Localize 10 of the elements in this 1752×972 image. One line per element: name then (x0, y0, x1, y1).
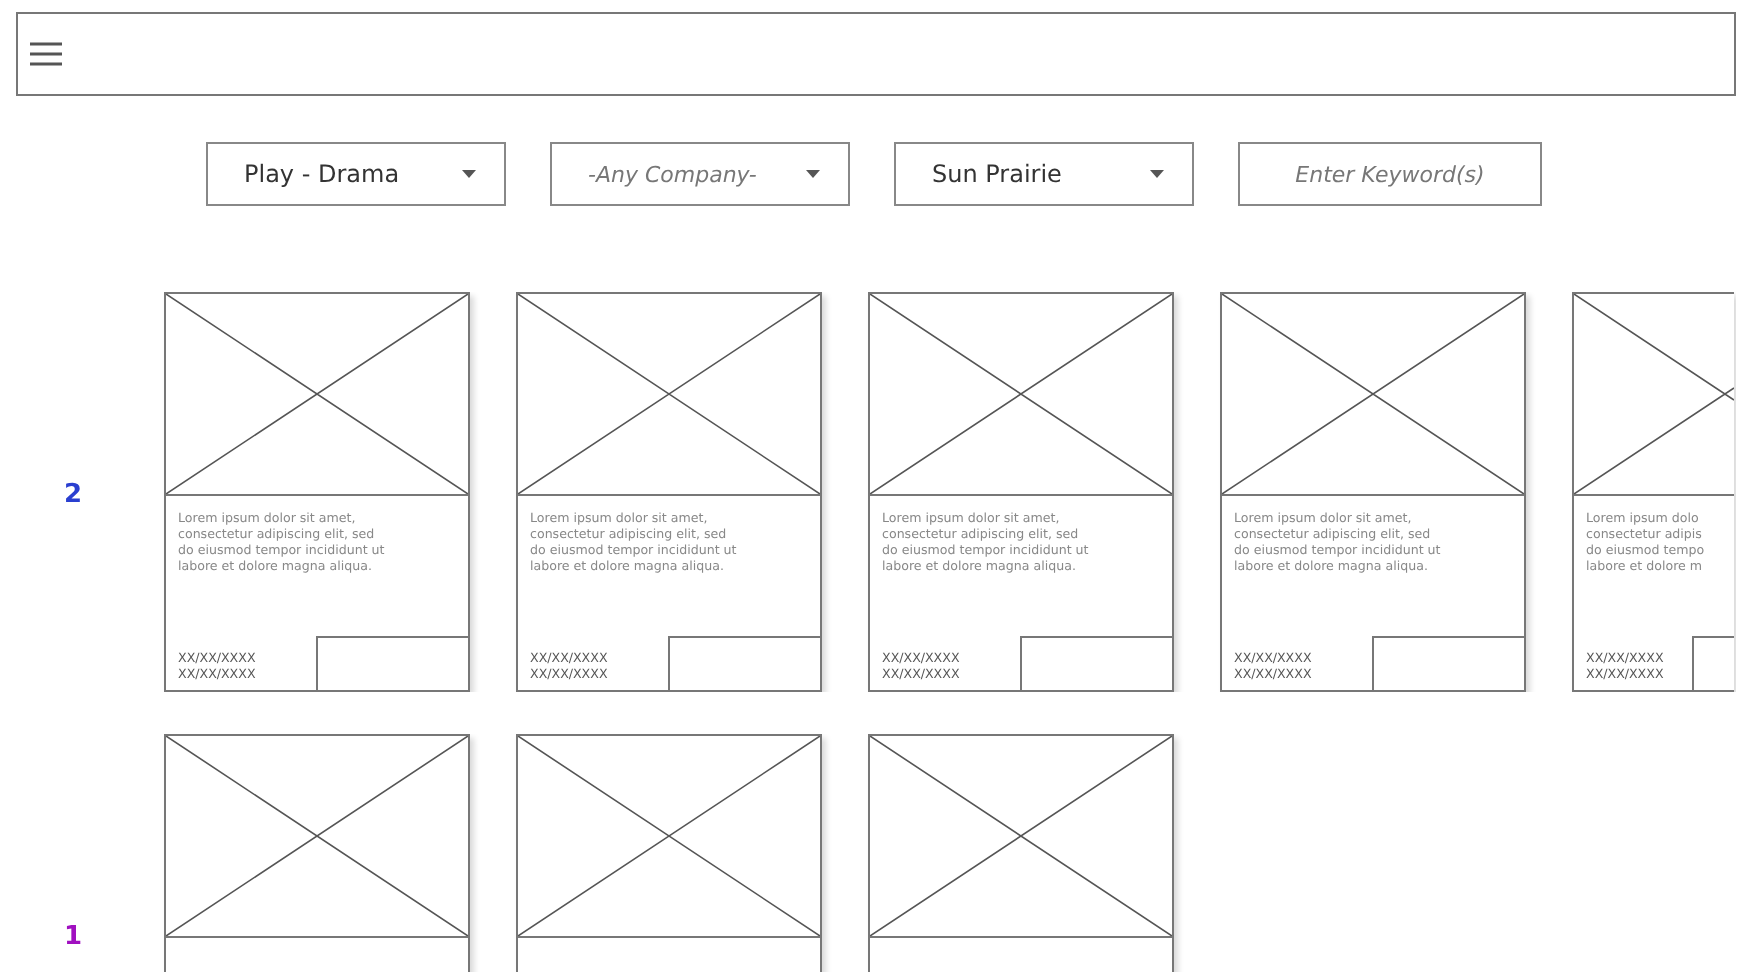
menu-icon[interactable] (30, 42, 62, 66)
row-number: 2 (62, 480, 85, 510)
caret-icon (1150, 170, 1164, 178)
caret-icon (462, 170, 476, 178)
row-number: 1 (62, 922, 85, 952)
dropdown[interactable]: Sun Prairie (894, 142, 1194, 206)
keyword-field[interactable]: Enter Keyword(s) (1238, 142, 1542, 206)
caret-icon (806, 170, 820, 178)
dropdown[interactable]: -Any Company- (550, 142, 850, 206)
dropdown[interactable]: Play - Drama (206, 142, 506, 206)
